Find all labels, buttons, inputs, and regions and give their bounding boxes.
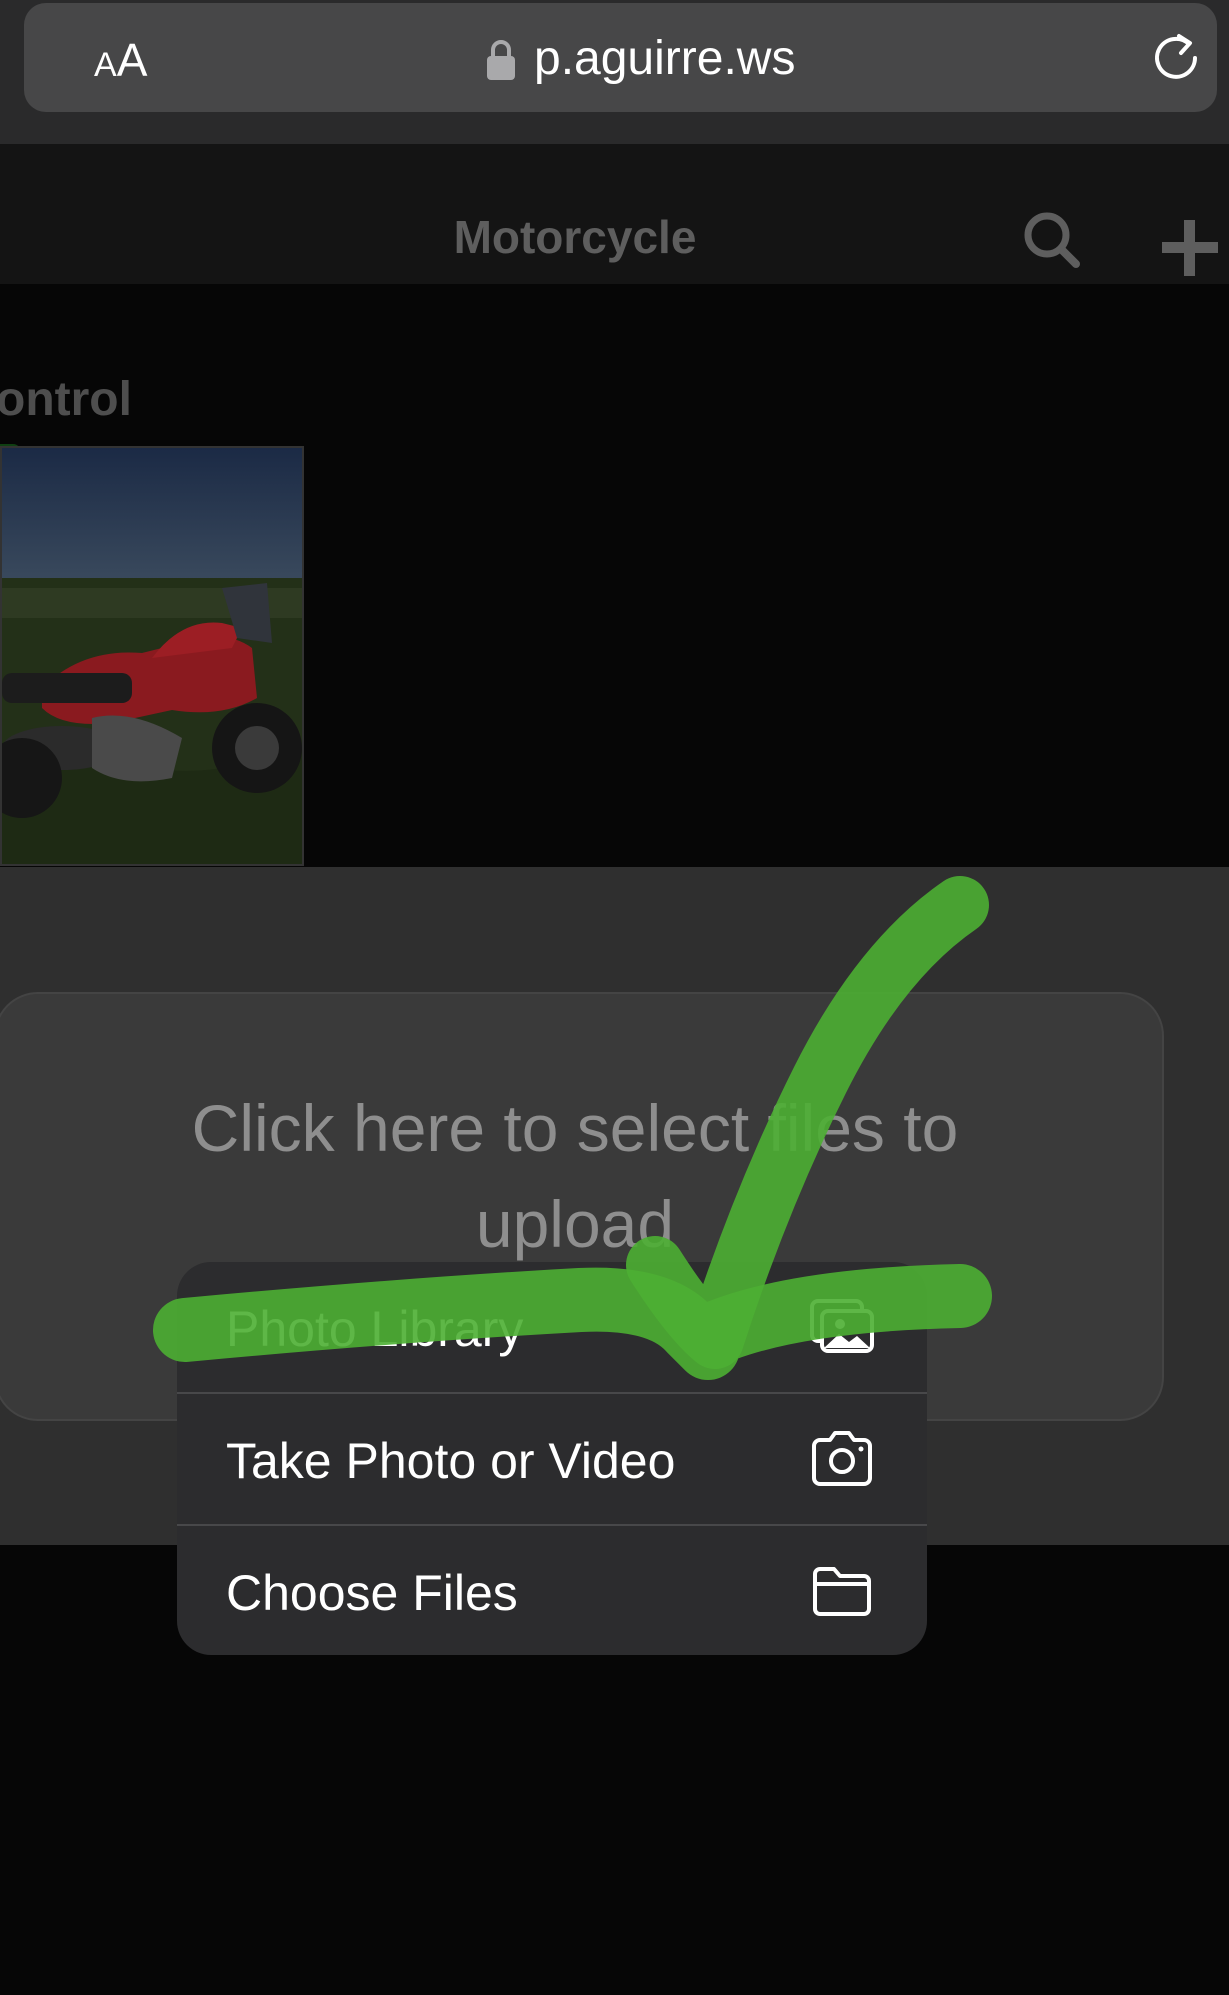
file-source-menu: Photo Library Take Photo or Video Choose… <box>177 1262 927 1655</box>
lock-icon <box>487 40 515 80</box>
screen: AA p.aguirre.ws Motorcycle ontrol Click … <box>0 0 1229 1995</box>
address-bar[interactable]: AA p.aguirre.ws <box>24 3 1217 112</box>
browser-top-bar: AA p.aguirre.ws <box>0 0 1229 144</box>
menu-item-photo-library[interactable]: Photo Library <box>177 1262 927 1392</box>
text-size-button[interactable]: AA <box>94 33 147 87</box>
menu-item-choose-files[interactable]: Choose Files <box>177 1526 927 1655</box>
page-title: Motorcycle <box>453 211 697 263</box>
motorcycle-image <box>2 448 302 864</box>
camera-icon <box>812 1431 872 1486</box>
text-size-small-glyph: A <box>94 46 117 84</box>
add-icon[interactable] <box>1160 218 1220 278</box>
photo-library-icon <box>810 1299 874 1353</box>
menu-item-label: Take Photo or Video <box>226 1433 676 1489</box>
url-text: p.aguirre.ws <box>534 32 796 85</box>
upload-prompt: Click here to select files to upload <box>191 1091 959 1261</box>
motorcycle-photo[interactable] <box>0 446 304 866</box>
text-size-large-glyph: A <box>116 34 148 86</box>
menu-item-label: Choose Files <box>226 1565 518 1621</box>
menu-item-take-photo[interactable]: Take Photo or Video <box>177 1394 927 1524</box>
menu-item-label: Photo Library <box>226 1301 524 1357</box>
folder-icon <box>813 1567 871 1616</box>
reload-icon[interactable] <box>1149 31 1203 85</box>
search-icon[interactable] <box>1022 210 1082 270</box>
section-label: ontrol <box>0 373 132 426</box>
